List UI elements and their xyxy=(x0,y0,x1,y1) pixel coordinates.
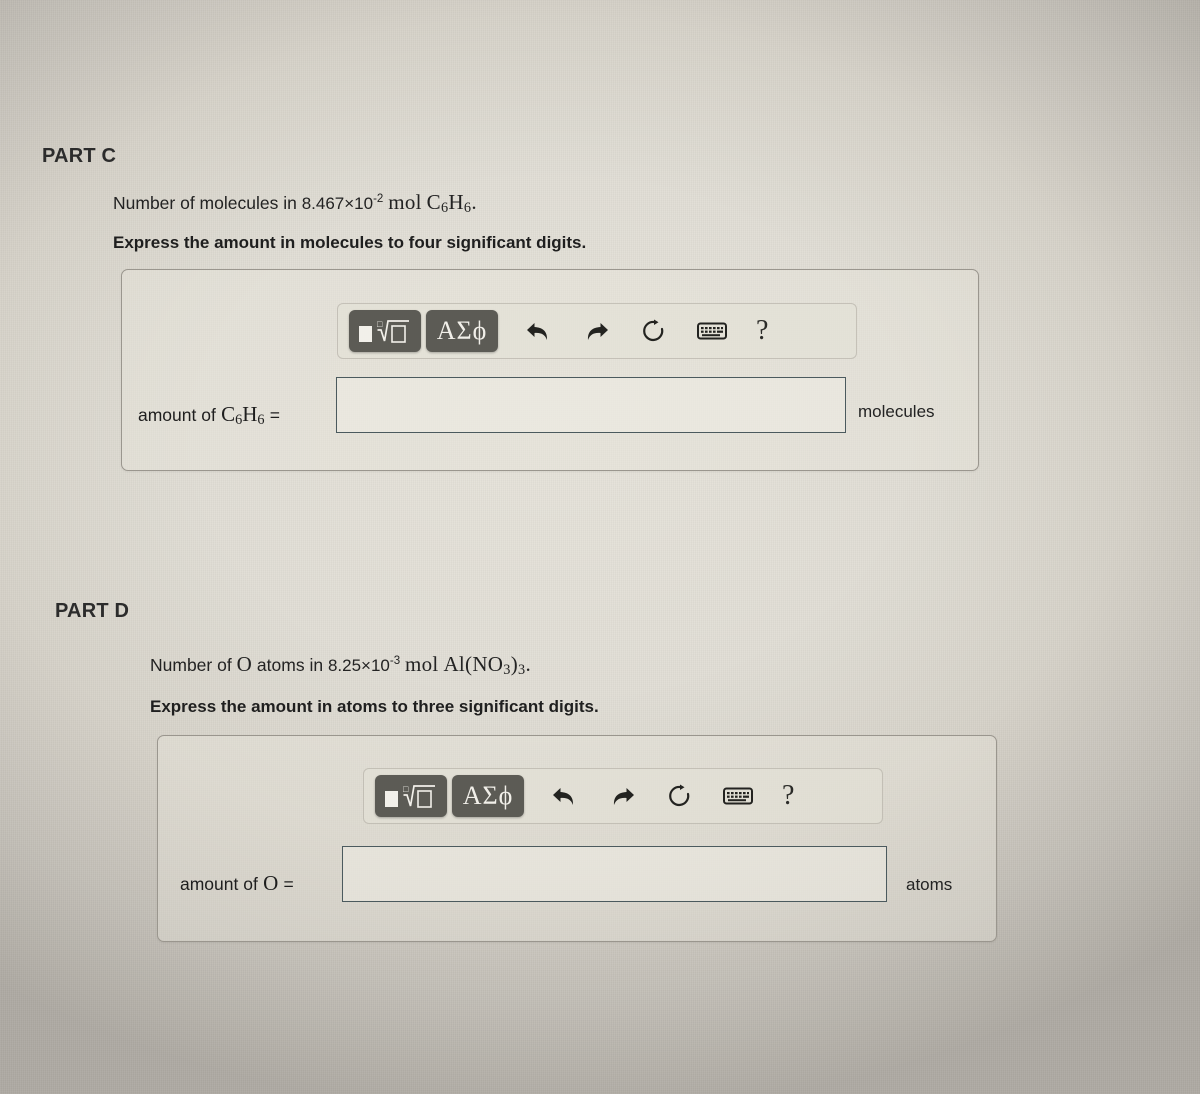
part-c-prompt-formula: C6H6. xyxy=(426,190,477,217)
part-c-unit-label: molecules xyxy=(858,402,935,421)
keyboard-icon xyxy=(723,787,753,805)
part-c-prompt-unit: mol xyxy=(388,190,422,214)
part-c-heading: PART C xyxy=(42,145,117,167)
undo-button[interactable] xyxy=(516,310,560,352)
math-template-button[interactable]: □ xyxy=(375,775,447,817)
part-c-prompt-exponent: -2 xyxy=(373,193,384,206)
part-c-answer-input[interactable] xyxy=(336,377,846,433)
part-c-answer-panel: □ ΑΣϕ ? amount of C6H6 = molecules xyxy=(121,269,979,471)
redo-arrow-icon xyxy=(587,323,608,340)
part-c-toolbar: □ ΑΣϕ ? xyxy=(337,303,857,359)
math-template-icon: □ xyxy=(385,784,435,808)
keyboard-icon xyxy=(697,322,727,340)
reset-circular-arrow-icon xyxy=(669,784,690,807)
part-d-prompt-exponent: -3 xyxy=(389,655,401,668)
part-c-prompt-prefix: Number of molecules in xyxy=(113,193,297,213)
part-d-unit-label: atoms xyxy=(906,875,953,894)
reset-button[interactable] xyxy=(658,775,702,817)
reset-circular-arrow-icon xyxy=(643,319,664,342)
part-d-answer-input[interactable] xyxy=(342,846,887,902)
undo-arrow-icon xyxy=(552,788,573,805)
redo-button[interactable] xyxy=(600,775,644,817)
assignment-content: PART C Number of molecules in 8.467×10-2… xyxy=(0,0,1200,1094)
part-d-prompt: Number of O atoms in 8.25×10-3 mol Al(NO… xyxy=(150,652,531,679)
redo-arrow-icon xyxy=(613,788,634,805)
part-d-prompt-unit: mol xyxy=(404,652,439,676)
greek-letters-button[interactable]: ΑΣϕ xyxy=(452,775,524,817)
part-d-answer-panel: □ ΑΣϕ ? amount of O = atoms xyxy=(157,735,997,942)
part-d-answer-label-species: O xyxy=(263,871,279,895)
keyboard-button[interactable] xyxy=(716,775,760,817)
svg-text:□: □ xyxy=(377,319,383,329)
part-c-answer-label-prefix: amount of xyxy=(138,405,216,425)
help-button[interactable]: ? xyxy=(756,317,768,345)
part-c-instruction: Express the amount in molecules to four … xyxy=(113,233,587,252)
help-button[interactable]: ? xyxy=(782,782,794,810)
part-d-prompt-value: 8.25×10 xyxy=(327,656,390,675)
greek-letters-button[interactable]: ΑΣϕ xyxy=(426,310,498,352)
keyboard-button[interactable] xyxy=(690,310,734,352)
math-template-icon: □ xyxy=(359,319,409,343)
part-d-answer-label-prefix: amount of xyxy=(180,874,258,894)
undo-arrow-icon xyxy=(526,323,547,340)
part-d-heading: PART D xyxy=(55,600,130,622)
part-c-prompt-value: 8.467×10 xyxy=(301,194,374,213)
undo-button[interactable] xyxy=(542,775,586,817)
redo-button[interactable] xyxy=(574,310,618,352)
part-c-answer-label: amount of C6H6 = xyxy=(138,402,281,429)
svg-text:□: □ xyxy=(403,784,409,794)
part-d-prompt-middle: atoms in xyxy=(256,655,324,675)
part-d-answer-label: amount of O = xyxy=(180,871,294,895)
part-d-instruction: Express the amount in atoms to three sig… xyxy=(150,697,599,716)
part-d-prompt-species: O xyxy=(236,652,253,676)
part-c-prompt: Number of molecules in 8.467×10-2 mol C6… xyxy=(113,190,477,217)
reset-button[interactable] xyxy=(632,310,676,352)
math-template-button[interactable]: □ xyxy=(349,310,421,352)
part-d-prompt-formula: Al(NO3)3. xyxy=(443,652,531,679)
part-d-toolbar: □ ΑΣϕ ? xyxy=(363,768,883,824)
part-d-prompt-prefix: Number of xyxy=(150,655,232,675)
